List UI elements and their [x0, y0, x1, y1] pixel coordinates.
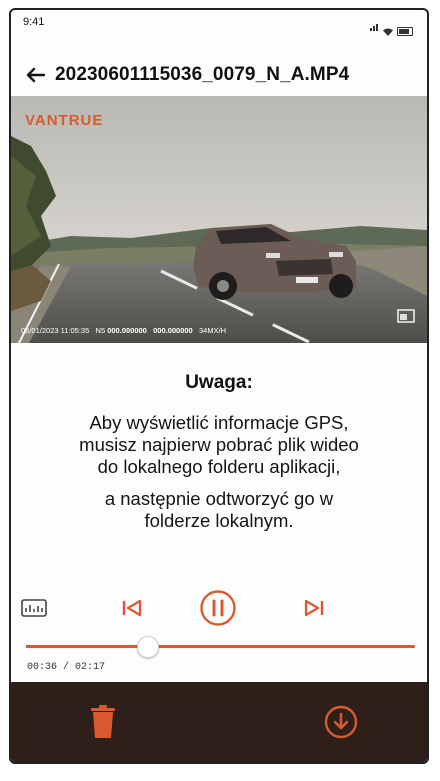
- phone-screen: 9:41 20230601115036_0079_N_A.MP4 VANTRUE…: [9, 8, 429, 764]
- battery-icon: [397, 27, 413, 36]
- notice-line: folderze lokalnym.: [144, 510, 294, 531]
- brand-watermark: VANTRUE: [25, 112, 104, 129]
- video-frame: [11, 96, 427, 343]
- status-time: 9:41: [23, 16, 45, 28]
- notice-line: Aby wyświetlić informacje GPS,: [89, 412, 349, 433]
- trash-icon[interactable]: [83, 702, 123, 742]
- overlay-speed: 34MX/H: [199, 326, 227, 335]
- gps-notice: Uwaga: Aby wyświetlić informacje GPS, mu…: [11, 372, 427, 532]
- notice-line: a następnie odtworzyć go w: [104, 488, 334, 509]
- back-arrow-icon[interactable]: [23, 63, 47, 87]
- signal-icon: [370, 18, 379, 36]
- seek-bar[interactable]: [26, 636, 415, 658]
- skip-previous-icon[interactable]: [112, 588, 152, 628]
- gps-info-icon[interactable]: [14, 588, 54, 628]
- overlay-datetime: 06/01/2023 11:05:35: [21, 326, 90, 335]
- overlay-lat-prefix: N5: [95, 326, 106, 335]
- page-title: 20230601115036_0079_N_A.MP4: [55, 64, 350, 85]
- playback-controls: [11, 588, 427, 628]
- overlay-lon: 000.000000: [153, 326, 193, 335]
- video-gps-overlay: 06/01/2023 11:05:35 N5 000.000000 000.00…: [21, 326, 226, 335]
- status-icons: [370, 18, 413, 36]
- fullscreen-icon[interactable]: [397, 309, 415, 323]
- notice-line: musisz najpierw pobrać plik wideo: [79, 434, 359, 455]
- status-bar: 9:41: [11, 10, 427, 38]
- pause-icon[interactable]: [198, 588, 238, 628]
- bottom-action-bar: [11, 682, 427, 762]
- overlay-lat: 000.000000: [107, 326, 147, 335]
- download-icon[interactable]: [321, 702, 361, 742]
- skip-next-icon[interactable]: [294, 588, 334, 628]
- notice-line: do lokalnego folderu aplikacji,: [97, 456, 341, 477]
- notice-title: Uwaga:: [185, 372, 253, 393]
- seek-played: [26, 645, 147, 648]
- video-player[interactable]: VANTRUE 06/01/2023 11:05:35 N5 000.00000…: [11, 96, 427, 343]
- header: 20230601115036_0079_N_A.MP4: [11, 55, 427, 95]
- seek-thumb[interactable]: [136, 636, 159, 658]
- time-readout: 00:36 / 02:17: [27, 662, 106, 673]
- notice-body: Aby wyświetlić informacje GPS, musisz na…: [11, 412, 427, 532]
- wifi-icon: [383, 28, 393, 36]
